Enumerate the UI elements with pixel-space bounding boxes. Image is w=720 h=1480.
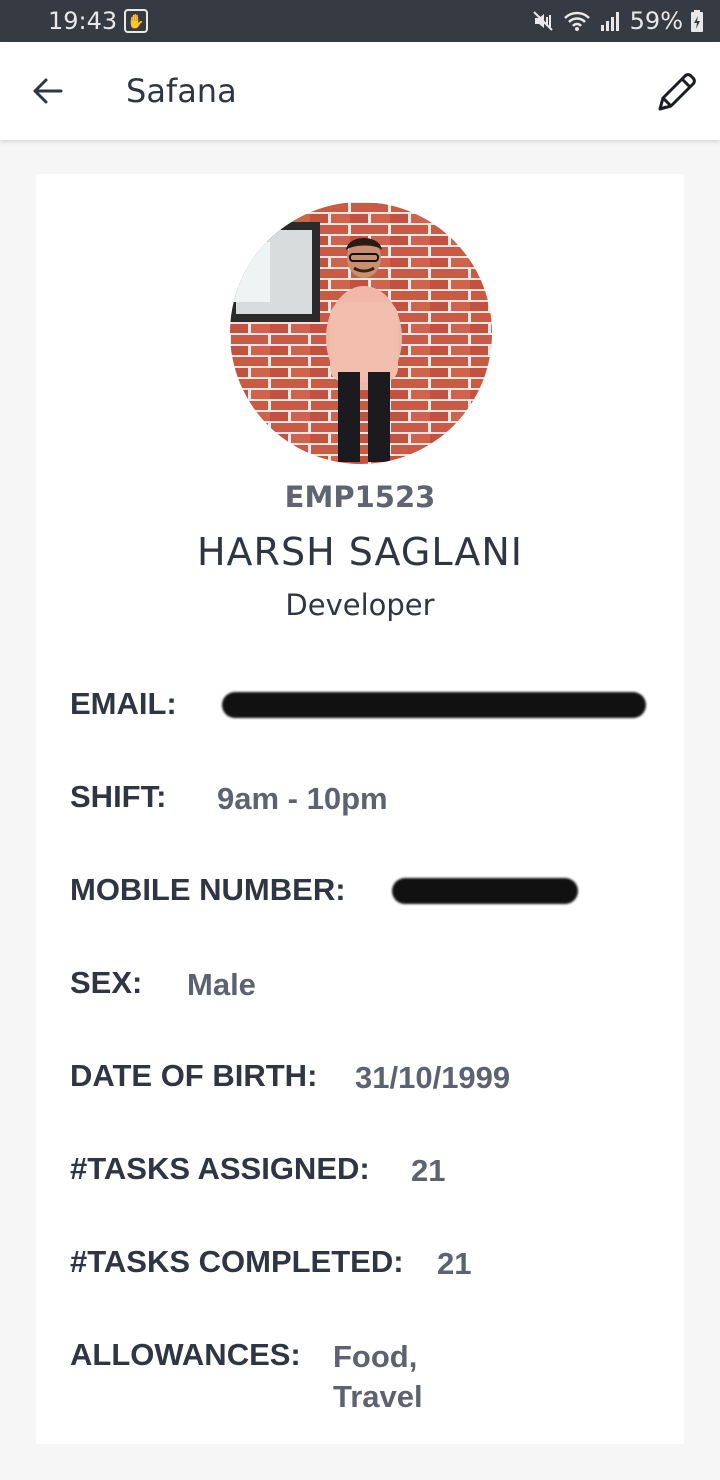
mobile-label: MOBILE NUMBER: — [70, 872, 346, 907]
allowances-value-2: Travel — [333, 1379, 423, 1414]
allowances-value-1: Food, — [333, 1339, 418, 1374]
shift-label: SHIFT: — [70, 779, 167, 814]
page-title: Safana — [126, 72, 237, 110]
tasks-assigned-value: 21 — [411, 1153, 446, 1188]
allowances-label: ALLOWANCES: — [70, 1337, 301, 1372]
profile-card: EMP1523 HARSH SAGLANI Developer EMAIL: S… — [36, 174, 684, 1444]
mobile-redacted — [392, 878, 578, 904]
battery-percent: 59% — [629, 7, 683, 35]
signal-icon — [600, 12, 619, 31]
tasks-completed-label: #TASKS COMPLETED: — [70, 1244, 404, 1279]
email-label: EMAIL: — [70, 686, 177, 721]
sex-value: Male — [187, 967, 256, 1002]
sex-label: SEX: — [70, 965, 143, 1000]
wifi-icon — [563, 11, 590, 31]
employee-name: HARSH SAGLANI — [196, 530, 524, 574]
back-button[interactable] — [26, 71, 70, 111]
dob-value: 31/10/1999 — [355, 1060, 511, 1095]
mute-icon — [532, 11, 553, 31]
dob-label: DATE OF BIRTH: — [70, 1058, 318, 1093]
battery-icon — [691, 10, 703, 32]
tasks-assigned-label: #TASKS ASSIGNED: — [70, 1151, 370, 1186]
email-redacted — [222, 692, 646, 718]
tasks-completed-value: 21 — [437, 1246, 472, 1281]
app-bar: Safana — [0, 42, 720, 140]
status-time: 19:43 — [48, 7, 118, 35]
employee-id: EMP1523 — [284, 480, 436, 514]
status-icons: 59% — [531, 7, 704, 35]
profile-photo — [230, 202, 492, 464]
arrow-left-icon — [33, 78, 63, 104]
notification-icon: ✋ — [124, 9, 148, 33]
shift-value: 9am - 10pm — [217, 781, 388, 816]
avatar — [230, 202, 492, 464]
pencil-icon — [658, 73, 696, 111]
employee-role: Developer — [285, 588, 435, 622]
status-bar: 19:43 ✋ 59% — [0, 0, 720, 42]
edit-button[interactable] — [652, 69, 700, 117]
